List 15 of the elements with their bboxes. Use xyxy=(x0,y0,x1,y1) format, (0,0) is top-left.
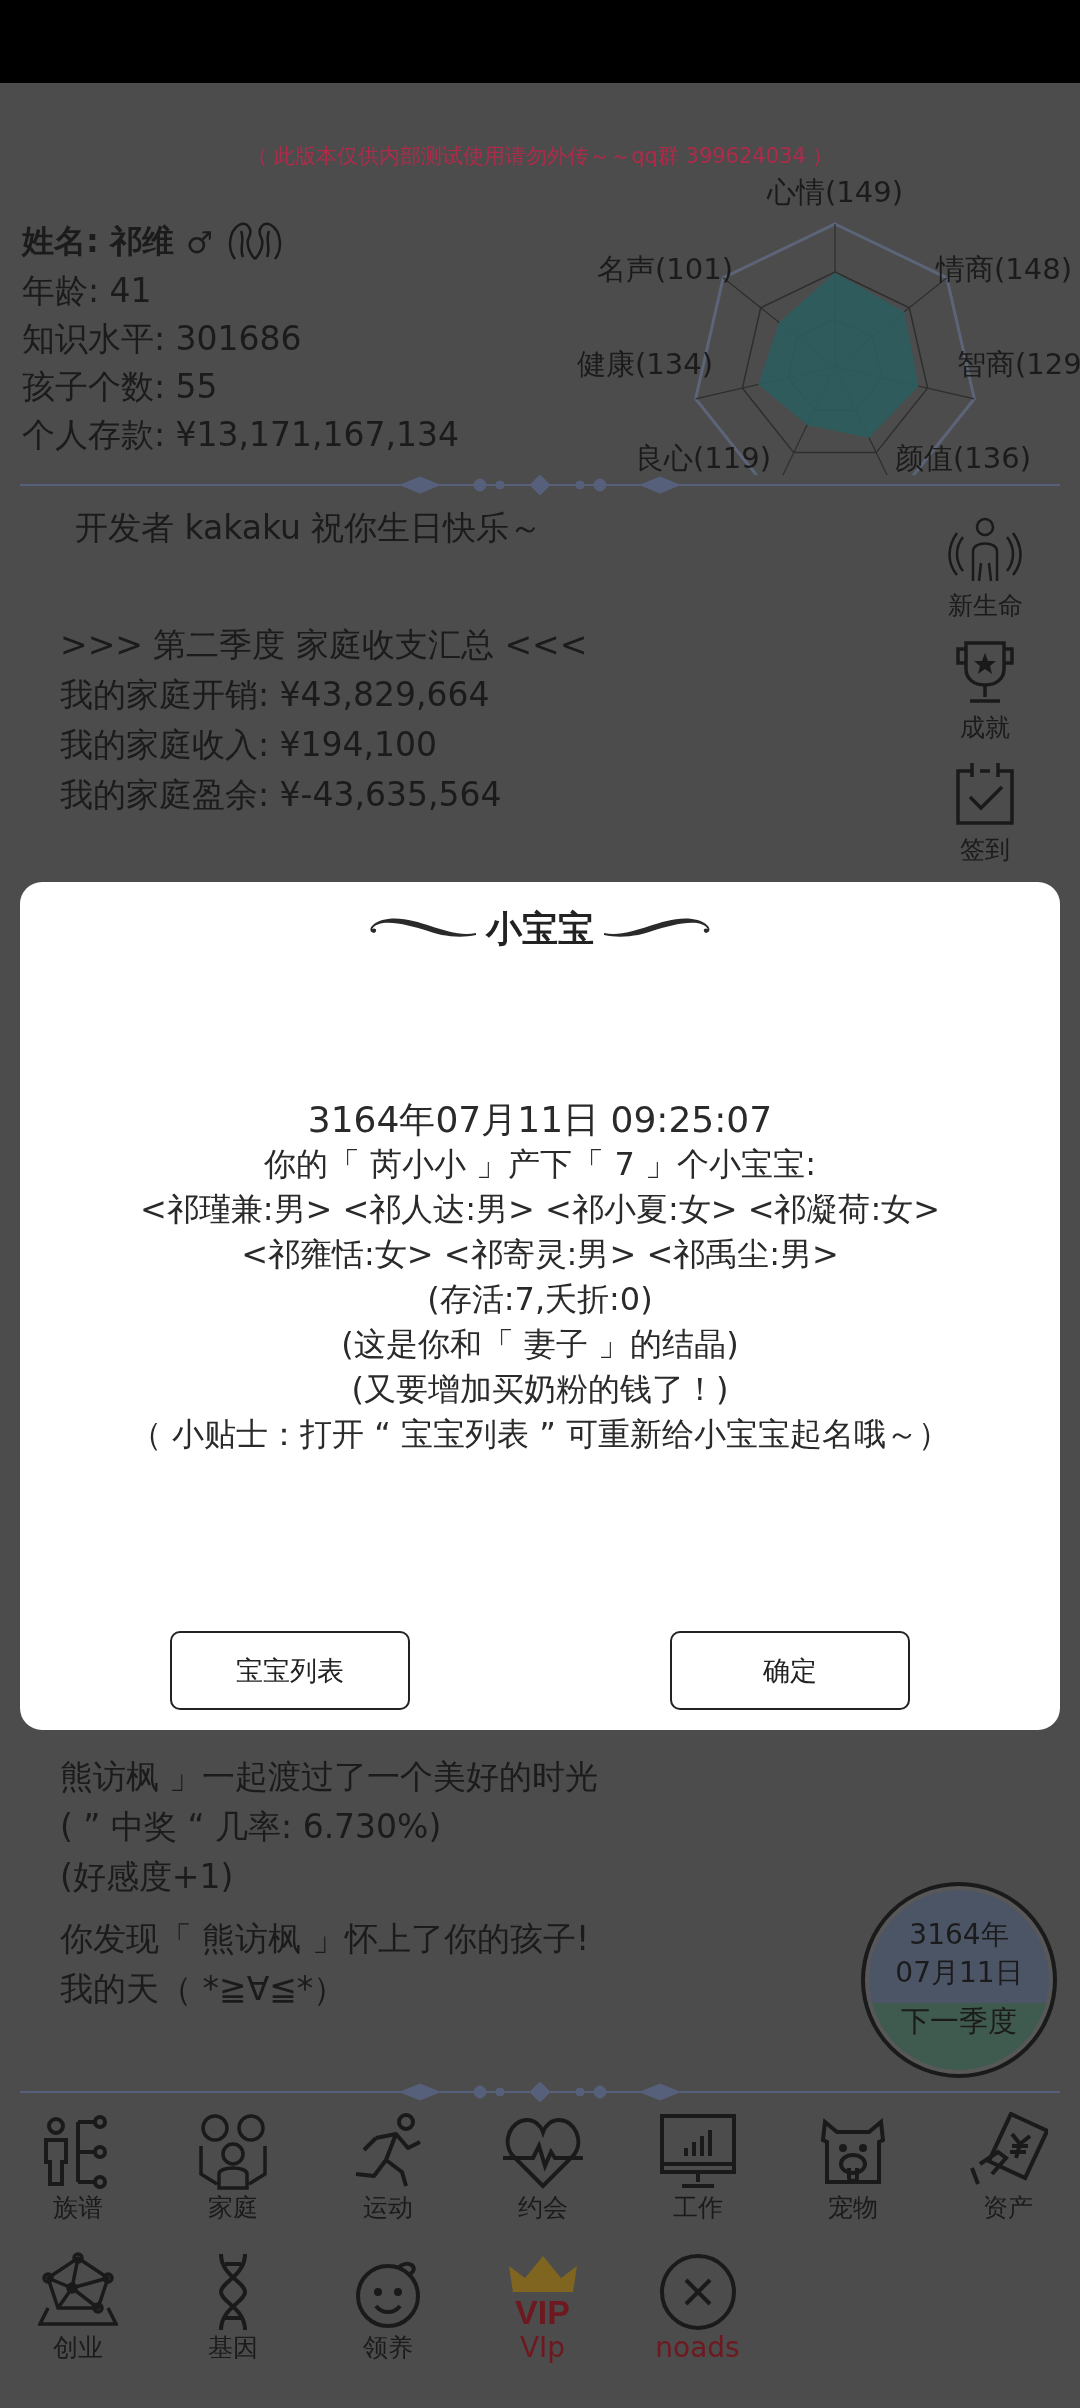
close-circle-icon xyxy=(657,2252,738,2332)
dialog-text: <祁雍恬:女> <祁寄灵:男> <祁禹尘:男> xyxy=(240,1234,840,1275)
dialog-text: (这是你和「 妻子 」的结晶) xyxy=(340,1324,740,1365)
dialog-title: 小宝宝 xyxy=(486,906,594,951)
version-notice: （ 此版本仅供内部测试使用请勿外传～～qq群 399624034 ） xyxy=(245,143,835,170)
dialog-text: （ 小贴士：打开 “ 宝宝列表 ” 可重新给小宝宝起名哦～） xyxy=(129,1414,951,1455)
dialog-text: 你的「 芮小小 」产下「 7 」个小宝宝: xyxy=(263,1144,817,1185)
birth-datetime: 3164年07月11日 09:25:07 xyxy=(306,1098,774,1142)
dialog-text: (存活:7,夭折:0) xyxy=(426,1279,654,1320)
dialog-text: <祁瑾兼:男> <祁人达:男> <祁小夏:女> <祁凝荷:女> xyxy=(138,1189,942,1230)
dialog-button[interactable]: 确定 xyxy=(670,1631,910,1710)
gender-symbol: ♂ xyxy=(185,224,213,260)
dialog-button[interactable]: 宝宝列表 xyxy=(170,1631,410,1710)
dialog-text: (又要增加买奶粉的钱了！) xyxy=(350,1369,730,1410)
next-season-button[interactable]: 3164年 07月11日 下一季度 xyxy=(861,1882,1057,2078)
